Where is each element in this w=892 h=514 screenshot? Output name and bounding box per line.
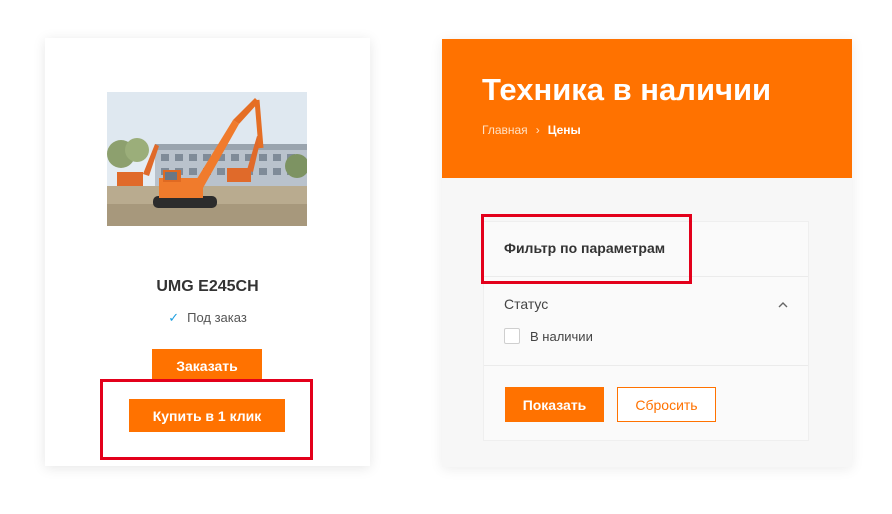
in-stock-label[interactable]: В наличии <box>530 329 593 344</box>
show-button[interactable]: Показать <box>505 387 604 422</box>
breadcrumb-current: Цены <box>547 123 581 137</box>
order-button[interactable]: Заказать <box>152 349 262 382</box>
product-photo[interactable] <box>107 92 307 226</box>
in-stock-checkbox[interactable] <box>504 328 520 344</box>
chevron-up-icon[interactable] <box>776 298 790 312</box>
check-icon: ✓ <box>168 310 180 325</box>
availability-label: Под заказ <box>187 310 247 325</box>
product-name[interactable]: UMG E245CH <box>45 278 370 296</box>
filter-panel: Фильтр по параметрам Статус В наличии По… <box>483 221 809 441</box>
divider <box>484 365 808 366</box>
breadcrumb-separator: › <box>535 123 540 137</box>
catalog-panel: Техника в наличии Главная › Цены Фильтр по… <box>442 39 852 467</box>
breadcrumb-home-link[interactable]: Главная <box>482 123 528 137</box>
filter-group-label: Статус <box>504 296 549 312</box>
divider <box>484 276 808 277</box>
breadcrumb: Главная › Цены <box>482 123 581 137</box>
page-title: Техника в наличии <box>482 72 772 107</box>
buy-one-click-button[interactable]: Купить в 1 клик <box>129 399 285 432</box>
page-header: Техника в наличии Главная › Цены <box>442 39 852 178</box>
filter-title: Фильтр по параметрам <box>504 240 666 256</box>
filter-group-status[interactable]: Статус <box>504 296 790 316</box>
filter-option-in-stock[interactable]: В наличии <box>504 328 593 344</box>
product-card: UMG E245CH ✓ Под заказ Заказать Купить в … <box>45 38 370 466</box>
availability-status: ✓ Под заказ <box>45 310 370 326</box>
reset-button[interactable]: Сбросить <box>617 387 716 422</box>
